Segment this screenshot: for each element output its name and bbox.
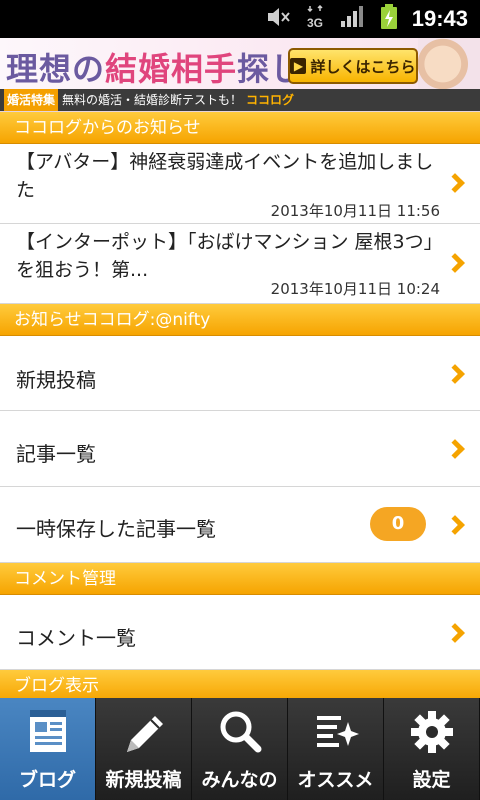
tab-new-post[interactable]: 新規投稿 [96, 698, 192, 800]
news-date: 2013年10月11日 11:56 [270, 202, 440, 220]
chevron-right-icon [445, 439, 465, 459]
menu-post-list[interactable]: 記事一覧 [0, 411, 480, 487]
arrow-right-icon: ▶ [290, 58, 307, 74]
ad-banner[interactable]: 理想の結婚相手探し ▶ 詳しくはこちら 婚活特集 無料の婚活・結婚診断テストも！… [0, 38, 480, 112]
menu-label: 記事一覧 [16, 442, 96, 466]
battery-charging-icon [380, 4, 398, 34]
tab-label: 新規投稿 [105, 769, 182, 791]
drafts-count-badge: 0 [370, 507, 426, 541]
ad-sub-text: 無料の婚活・結婚診断テストも！ [62, 93, 243, 107]
ad-details-button[interactable]: ▶ 詳しくはこちら [288, 48, 418, 84]
sparkle-list-icon [313, 708, 359, 760]
section-header-comments: コメント管理 [0, 563, 480, 595]
network-label: 3G [307, 16, 323, 29]
menu-label: 一時保存した記事一覧 [16, 517, 216, 541]
mute-icon [266, 6, 292, 32]
section-header-news: ココログからのお知らせ [0, 112, 480, 144]
news-title: 【インターポット】「おばけマンション 屋根3つ」を狙おう！第... [16, 231, 443, 281]
ad-headline-a: 理想の [6, 50, 106, 88]
news-item[interactable]: 【アバター】神経衰弱達成イベントを追加しました 2013年10月11日 11:5… [0, 144, 480, 224]
ad-button-label: 詳しくはこちら [310, 57, 416, 76]
chevron-right-icon [445, 515, 465, 535]
tab-recommend[interactable]: オススメ [288, 698, 384, 800]
ad-headline: 理想の結婚相手探し [6, 44, 303, 90]
ad-headline-b: 結婚相手 [105, 50, 238, 88]
ad-logo: ココログ [246, 93, 295, 107]
signal-icon [340, 6, 366, 32]
menu-label: コメント一覧 [16, 626, 136, 650]
menu-new-post[interactable]: 新規投稿 [0, 336, 480, 411]
chevron-right-icon [445, 364, 465, 384]
tab-label: オススメ [297, 769, 374, 791]
3g-icon: 3G [306, 4, 326, 33]
news-date: 2013年10月11日 10:24 [270, 280, 440, 298]
search-icon [217, 708, 263, 760]
menu-drafts[interactable]: 一時保存した記事一覧 0 [0, 487, 480, 563]
status-bar: 3G 19:43 [0, 0, 480, 38]
menu-comment-list[interactable]: コメント一覧 [0, 595, 480, 670]
news-title: 【アバター】神経衰弱達成イベントを追加しました [16, 151, 434, 201]
status-time: 19:43 [411, 6, 468, 31]
section-header-blog: お知らせココログ:@nifty [0, 304, 480, 336]
ad-photo [418, 38, 480, 90]
chevron-right-icon [445, 623, 465, 643]
pencil-icon [121, 708, 167, 760]
tab-settings[interactable]: 設定 [384, 698, 480, 800]
chevron-right-icon [445, 173, 465, 193]
ad-sub-tag: 婚活特集 [4, 89, 59, 111]
tab-label: ブログ [18, 769, 76, 791]
gear-icon [409, 708, 455, 760]
chevron-right-icon [445, 253, 465, 273]
ad-subline: 婚活特集 無料の婚活・結婚診断テストも！ ココログ [0, 89, 480, 111]
bottom-tab-bar: ブログ 新規投稿 みんなの オススメ 設定 [0, 698, 480, 800]
tab-blog[interactable]: ブログ [0, 698, 96, 800]
news-item[interactable]: 【インターポット】「おばけマンション 屋根3つ」を狙おう！第... 2013年1… [0, 224, 480, 304]
tab-label: みんなの [201, 769, 278, 791]
menu-label: 新規投稿 [16, 368, 96, 392]
blog-document-icon [26, 708, 70, 758]
tab-label: 設定 [412, 769, 451, 791]
tab-everyone[interactable]: みんなの [192, 698, 288, 800]
